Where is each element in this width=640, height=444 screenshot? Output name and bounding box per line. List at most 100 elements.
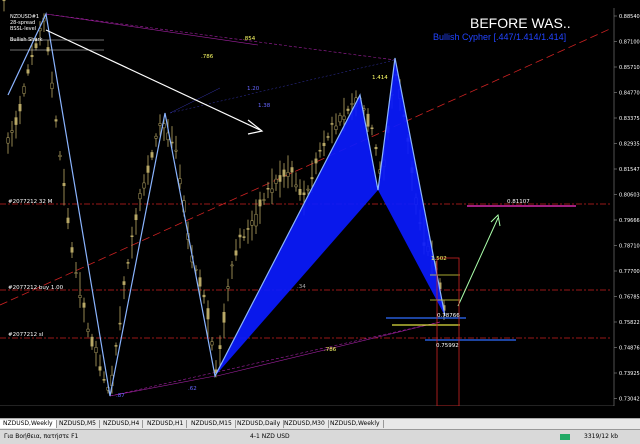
tab-nzdusd-m15[interactable]: NZDUSD,M15	[188, 420, 236, 428]
price-chart[interactable]: 0.88540 0.87100 0.85710 0.84770 0.83375 0.829…	[0, 0, 640, 406]
status-traffic: 3319/12 kb	[584, 433, 619, 440]
candle-body	[206, 308, 210, 320]
info-line: BSSL-level	[10, 26, 37, 32]
candle-body	[350, 103, 354, 105]
candle-body	[58, 154, 62, 157]
candle-body	[222, 311, 226, 323]
candle-body	[138, 193, 142, 200]
candle-body	[178, 178, 182, 185]
fib-label: .786	[201, 54, 214, 60]
candle-body	[290, 167, 294, 173]
tab-nzdusd-h4[interactable]: NZDUSD,H4	[100, 420, 144, 428]
candle-body	[318, 149, 322, 152]
channel-line	[109, 321, 441, 397]
candle-body	[326, 136, 330, 138]
price-axis-label: 0.83375	[619, 116, 640, 122]
candle-body	[310, 177, 314, 180]
candle-body	[158, 123, 162, 126]
candle-body	[294, 184, 298, 188]
candle-body	[46, 47, 50, 52]
candle-body	[258, 199, 262, 207]
candle-body	[366, 113, 370, 127]
chart-title: BEFORE WAS..	[470, 15, 571, 31]
price-axis-label: 0.80603	[619, 193, 640, 199]
price-axis-label: 0.79666	[619, 218, 640, 224]
candle-body	[202, 294, 206, 298]
channel-line	[45, 13, 396, 61]
price-axis-label: 0.78710	[619, 244, 640, 250]
fib-label: .34	[297, 284, 306, 290]
candle-body	[342, 115, 346, 120]
candle-body	[2, 0, 6, 2]
arrow-line	[45, 29, 261, 131]
candle-body	[210, 341, 214, 346]
candle-body	[242, 236, 246, 238]
candle-body	[254, 213, 258, 227]
candle-body	[126, 262, 130, 264]
candle-body	[134, 214, 138, 221]
channel-line	[45, 13, 259, 46]
candle-body	[22, 86, 26, 94]
fib-label: 1.38	[258, 103, 271, 109]
status-help-text: Για Βοήθεια, πατήστε F1	[4, 433, 79, 440]
candle-body	[314, 158, 318, 164]
candle-body	[306, 188, 310, 191]
candle-body	[334, 125, 338, 130]
projection-arrow	[457, 217, 499, 307]
tab-nzdusd-m30[interactable]: NZDUSD,M30	[281, 420, 329, 428]
candle-body	[234, 250, 238, 256]
candle-body	[246, 228, 250, 230]
connection-icon	[560, 434, 570, 440]
tab-nzdusd-h1[interactable]: NZDUSD,H1	[144, 420, 188, 428]
tab-nzdusd-weekly[interactable]: NZDUSD,Weekly	[0, 420, 57, 428]
candle-body	[70, 247, 74, 253]
candle-body	[98, 366, 102, 371]
harmonic-pattern	[378, 58, 445, 316]
candle-body	[278, 175, 282, 182]
candle-body	[82, 302, 86, 308]
candle-body	[370, 127, 374, 130]
price-axis-label: 0.73925	[619, 371, 640, 377]
chart-area[interactable]: 0.88540 0.87100 0.85710 0.84770 0.83375 0.829…	[0, 0, 640, 406]
fib-label: .786	[324, 347, 337, 353]
candle-body	[130, 235, 134, 238]
price-axis-label: 0.74876	[619, 346, 640, 352]
candle-body	[10, 130, 14, 133]
candle-body	[54, 119, 58, 122]
candle-body	[198, 277, 202, 287]
candle-body	[274, 178, 278, 184]
candle-body	[150, 152, 154, 158]
candle-body	[250, 220, 254, 226]
channel-line	[109, 375, 216, 397]
price-axis-label: 0.75822	[619, 320, 640, 326]
chart-tab-bar: NZDUSD,Weekly NZDUSD,M5 NZDUSD,H4 NZDUSD…	[0, 418, 640, 429]
tab-nzdusd-daily[interactable]: NZDUSD,Daily	[234, 420, 285, 428]
fib-label: 1.20	[247, 86, 260, 92]
candle-body	[142, 182, 146, 189]
status-symbol: 4-1 NZD USD	[250, 433, 290, 440]
chart-info: NZDUSD#1 28-spread BSSL-level Bullish Sh…	[10, 14, 43, 43]
candle-body	[298, 188, 302, 195]
candle-body	[346, 108, 350, 111]
chart-subtitle: Bullish Cypher [.447/1.414/1.414]	[433, 32, 567, 42]
candle-body	[34, 43, 38, 49]
candle-body	[270, 188, 274, 193]
candle-body	[266, 188, 270, 190]
candle-body	[102, 379, 106, 381]
candle-body	[302, 192, 306, 196]
fib-label: .87	[116, 393, 125, 399]
info-line: Bullish Shark	[10, 37, 43, 43]
candle-body	[30, 55, 34, 58]
candle-body	[94, 347, 98, 353]
candle-body	[286, 172, 290, 177]
tab-nzdusd-weekly-2[interactable]: NZDUSD,Weekly	[327, 420, 384, 428]
candle-body	[154, 135, 158, 139]
price-axis-label: 0.76785	[619, 295, 640, 301]
candle-body	[50, 82, 54, 89]
fib-label: .62	[188, 386, 197, 392]
price-axis-label: 0.85710	[619, 65, 640, 71]
tab-nzdusd-m5[interactable]: NZDUSD,M5	[56, 420, 100, 428]
zigzag-line	[7, 12, 446, 397]
candle-body	[330, 123, 334, 125]
candle-body	[282, 169, 286, 177]
